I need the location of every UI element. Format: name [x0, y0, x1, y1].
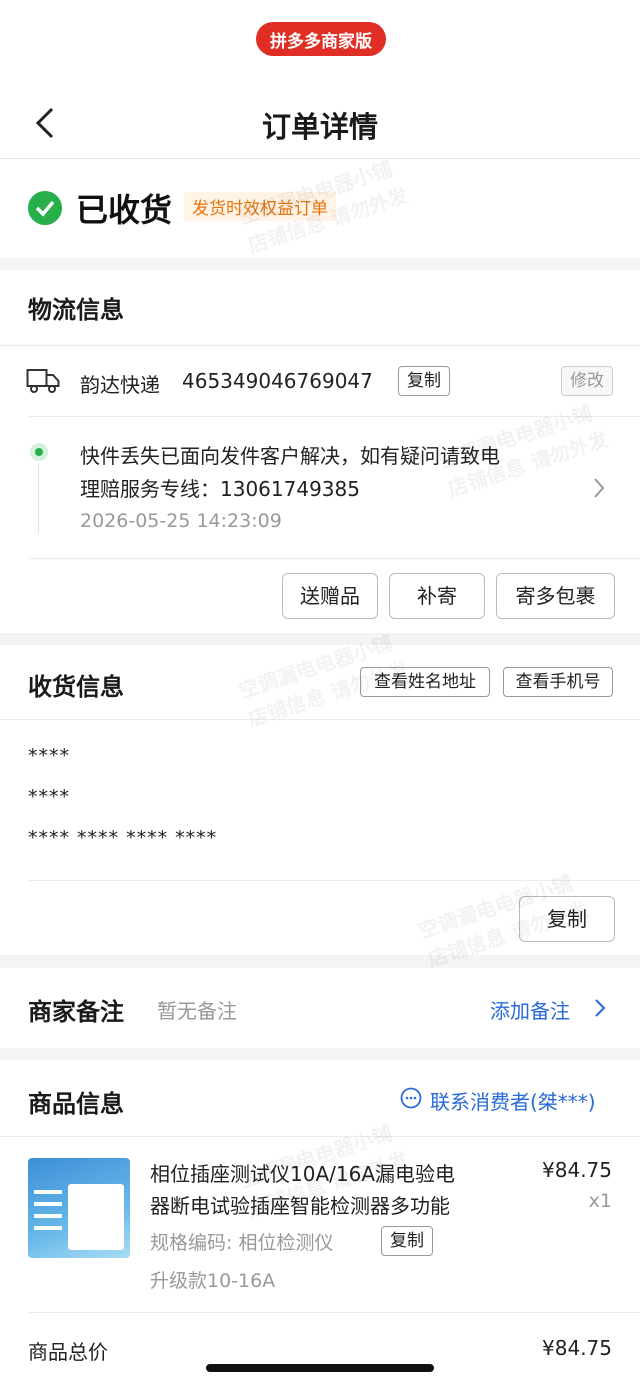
goods-section: 商品信息 联系消费者(桀***) 相位插座测试仪10A/16A漏电验电 器断电试…: [0, 1060, 640, 1387]
goods-total-label: 商品总价: [28, 1340, 108, 1364]
divider: [0, 345, 640, 346]
track-latest-line2[interactable]: 理赔服务专线：13061749385: [80, 473, 360, 502]
receiver-title: 收货信息: [28, 673, 124, 701]
top-bar: 拼多多商家版 订单详情: [0, 0, 640, 159]
page-title: 订单详情: [261, 110, 378, 144]
copy-receiver-button[interactable]: 复制: [519, 896, 615, 942]
track-latest-time: 2026-05-25 14:23:09: [80, 510, 282, 532]
goods-total-value: ¥84.75: [542, 1336, 612, 1360]
tracking-number: 465349046769047: [182, 369, 373, 393]
check-circle-icon: [28, 191, 62, 225]
chevron-right-icon[interactable]: [594, 998, 606, 1018]
product-quantity: x1: [588, 1190, 612, 1212]
contact-consumer-link[interactable]: 联系消费者(桀***): [430, 1086, 596, 1115]
logistics-section: 物流信息 韵达快递 465349046769047 复制 修改 快件丢失已面向发…: [0, 270, 640, 633]
view-phone-button[interactable]: 查看手机号: [503, 667, 613, 697]
receiver-phone: ****: [28, 786, 70, 808]
divider: [28, 880, 640, 881]
receiver-address: **** **** **** ****: [28, 827, 218, 849]
add-note-link[interactable]: 添加备注: [490, 995, 570, 1024]
merchant-note-title: 商家备注: [28, 998, 124, 1026]
status-tag: 发货时效权益订单: [184, 192, 336, 221]
order-status-text: 已收货: [76, 191, 173, 229]
logistics-title: 物流信息: [28, 296, 124, 324]
goods-title: 商品信息: [28, 1090, 124, 1118]
modify-logistics-button[interactable]: 修改: [561, 366, 613, 396]
order-status-section: 已收货 发货时效权益订单: [0, 159, 640, 258]
product-variant: 升级款10-16A: [150, 1270, 276, 1292]
send-gift-button[interactable]: 送赠品: [282, 573, 378, 619]
track-status-dot: [30, 443, 48, 461]
resend-button[interactable]: 补寄: [389, 573, 485, 619]
divider: [28, 1312, 640, 1313]
copy-spec-button[interactable]: 复制: [381, 1226, 433, 1256]
product-name-line2[interactable]: 器断电试验插座智能检测器多功能: [150, 1190, 450, 1219]
divider: [0, 719, 640, 720]
home-indicator: [206, 1364, 434, 1372]
track-latest-line1[interactable]: 快件丢失已面向发件客户解决，如有疑问请致电: [80, 440, 500, 469]
product-name-line1[interactable]: 相位插座测试仪10A/16A漏电验电: [150, 1158, 455, 1187]
courier-name: 韵达快递: [80, 373, 160, 397]
divider: [0, 1136, 640, 1137]
merchant-note-value: 暂无备注: [157, 999, 237, 1023]
track-timeline: [38, 463, 39, 533]
divider: [28, 558, 640, 559]
merchant-note-section[interactable]: 商家备注 暂无备注 添加备注: [0, 968, 640, 1048]
brand-badge: 拼多多商家版: [256, 22, 386, 56]
divider: [28, 416, 640, 417]
multi-package-button[interactable]: 寄多包裹: [496, 573, 615, 619]
view-name-address-button[interactable]: 查看姓名地址: [360, 667, 490, 697]
chevron-right-icon[interactable]: [592, 476, 606, 500]
copy-tracking-button[interactable]: 复制: [398, 366, 450, 396]
receiver-name: ****: [28, 745, 70, 767]
product-image[interactable]: [28, 1158, 130, 1258]
truck-icon: [26, 369, 60, 393]
product-price: ¥84.75: [542, 1158, 612, 1182]
spec-code: 规格编码: 相位检测仪: [150, 1232, 334, 1254]
receiver-section: 收货信息 查看姓名地址 查看手机号 **** **** **** **** **…: [0, 645, 640, 955]
chat-icon[interactable]: [400, 1087, 422, 1109]
